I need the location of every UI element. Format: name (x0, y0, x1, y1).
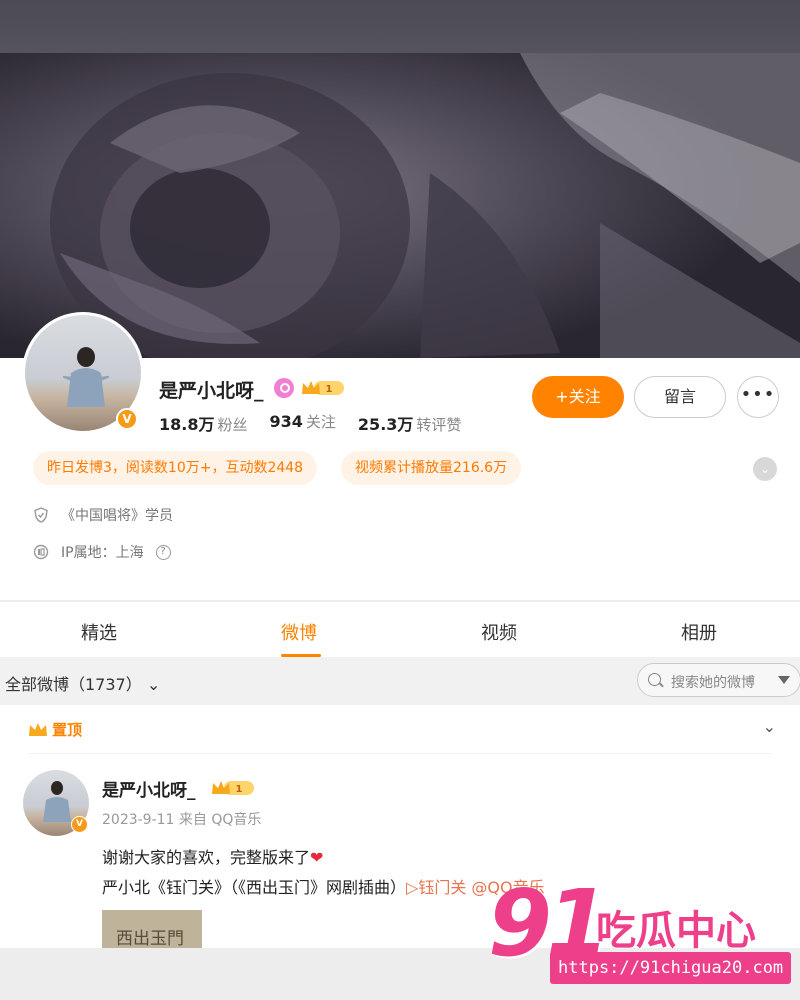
post-filter-dropdown[interactable]: 全部微博（1737） ⌄ (5, 671, 160, 695)
profile-nickname: 是严小北呀_ (159, 380, 264, 402)
shield-icon (34, 507, 48, 523)
post-text-line2: 严小北《钰门关》（《西出玉门》网剧插曲）▷钰门关 @QQ音乐 (102, 878, 545, 897)
post-image-thumbnail[interactable]: 西出玉門 (102, 910, 202, 948)
message-button[interactable]: 留言 (634, 376, 726, 418)
tab-album[interactable]: 相册 (681, 619, 717, 645)
svg-text:1: 1 (326, 384, 333, 395)
verified-badge: V (116, 408, 138, 430)
chevron-down-icon: ⌄ (146, 675, 161, 694)
search-placeholder: 搜索她的微博 (671, 675, 755, 691)
stat-interactions: 25.3万 转评赞 (357, 415, 462, 434)
post-text-line1: 谢谢大家的喜欢，完整版来了❤ (102, 848, 324, 867)
vip-music-icon[interactable] (274, 378, 294, 398)
profile-stats: 18.8万 粉丝 934 关注 25.3万 转评赞 (159, 411, 461, 435)
stat-following[interactable]: 934 关注 (270, 411, 336, 435)
expand-chevron-icon[interactable]: ⌄ (753, 457, 777, 481)
post-author-name[interactable]: 是严小北呀_ (102, 776, 196, 801)
video-plays-pill[interactable]: 视频累计播放量216.6万 (341, 451, 522, 485)
profile-tabs: 精选 微博 视频 相册 (0, 601, 800, 657)
more-options-button[interactable]: ••• (737, 376, 779, 418)
tab-featured[interactable]: 精选 (81, 619, 117, 645)
ip-location-row: IP属地：上海 ? (33, 542, 171, 562)
help-icon[interactable]: ? (155, 544, 171, 560)
window-top-bar (0, 0, 800, 53)
profile-tag-text: 《中国唱将》学员 (61, 508, 173, 524)
search-icon (648, 673, 661, 686)
ip-location-text: IP属地：上海 (61, 545, 144, 561)
vip-crown-icon[interactable]: 1 (300, 378, 346, 398)
watermark-name: 吃瓜中心 (596, 908, 756, 954)
post-verified-badge: V (71, 816, 88, 833)
search-dropdown-icon[interactable] (778, 676, 790, 684)
profile-cover-image (0, 53, 800, 358)
post-meta: 2023-9-11 来自 QQ音乐 (102, 812, 262, 828)
watermark-url: https://91chigua20.com (550, 952, 792, 984)
profile-tag-row: 《中国唱将》学员 (33, 505, 173, 525)
post-vip-crown-icon[interactable]: 1 (210, 778, 256, 798)
tab-weibo[interactable]: 微博 (281, 619, 317, 645)
activity-highlight-pill[interactable]: 昨日发博3，阅读数10万+，互动数2448 (33, 451, 318, 485)
follow-button[interactable]: +关注 (532, 376, 624, 418)
avatar-figure (63, 347, 109, 407)
stat-followers[interactable]: 18.8万 粉丝 (159, 411, 248, 435)
search-posts-input[interactable]: 搜索她的微博 (637, 663, 800, 697)
pinned-label-row: 置顶 (28, 719, 82, 740)
tab-video[interactable]: 视频 (481, 619, 517, 645)
pinned-crown-icon (29, 722, 47, 736)
svg-text:1: 1 (236, 784, 243, 795)
divider (28, 753, 772, 754)
heart-icon: ❤ (310, 848, 324, 867)
ip-location-icon (33, 544, 49, 560)
site-watermark: 91 吃瓜中心 https://91chigua20.com (488, 870, 792, 989)
post-options-chevron-icon[interactable]: ⌄ (763, 717, 776, 736)
pinned-label: 置顶 (52, 721, 83, 739)
